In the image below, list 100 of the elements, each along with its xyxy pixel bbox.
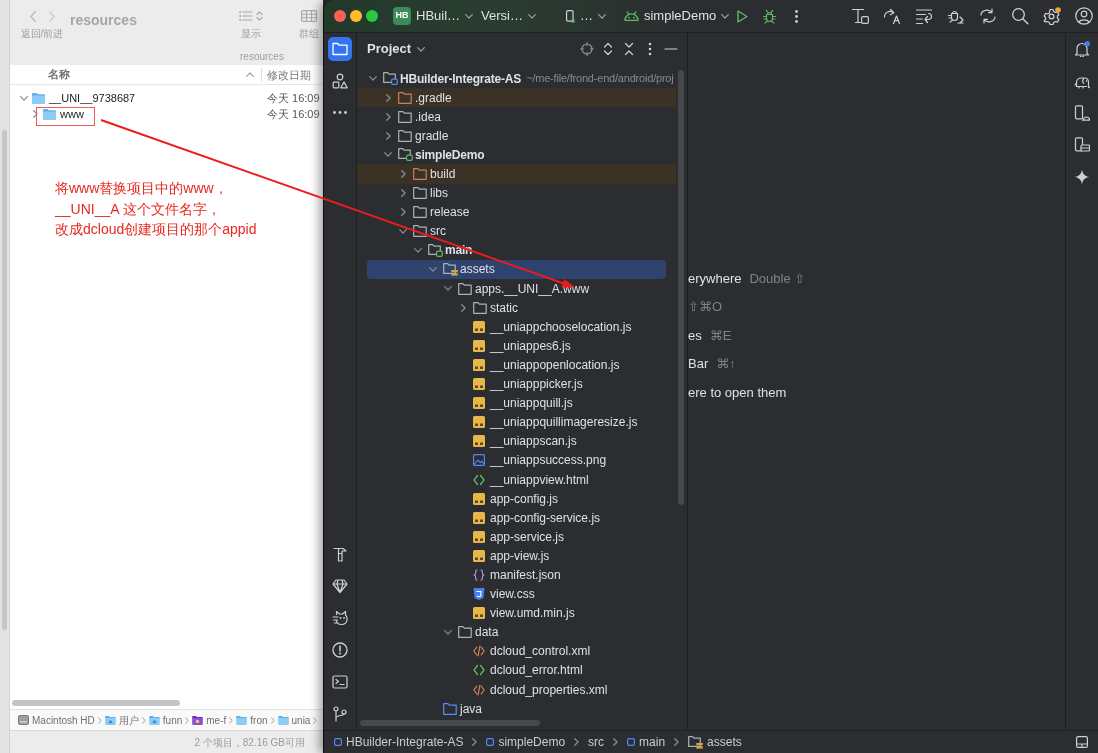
curved-arrow-icon[interactable] — [883, 7, 901, 25]
path-item[interactable]: funn — [148, 712, 183, 728]
chevron-icon[interactable] — [384, 152, 392, 158]
tree-item[interactable]: __uniappview.html — [490, 470, 589, 489]
sparkle-icon[interactable] — [1074, 169, 1090, 185]
vertical-scrollbar[interactable] — [678, 70, 684, 505]
tree-item[interactable]: .gradle — [415, 88, 452, 107]
chevron-icon[interactable] — [385, 112, 391, 121]
run-config-widget[interactable]: simpleDemo — [624, 6, 730, 26]
devices-icon[interactable] — [1074, 137, 1090, 153]
more-icon[interactable] — [795, 9, 799, 23]
branch-icon[interactable] — [332, 706, 348, 722]
tree-item[interactable]: build — [430, 165, 456, 183]
chevron-icon[interactable] — [414, 247, 422, 253]
breadcrumb-item[interactable]: simpleDemo — [486, 733, 566, 751]
bug-icon[interactable] — [762, 8, 778, 24]
zoom-window-icon[interactable] — [366, 10, 378, 22]
settings-icon[interactable] — [1043, 7, 1061, 25]
chevron-icon[interactable] — [32, 110, 38, 118]
tree-item[interactable]: __uniappes6.js — [490, 336, 571, 355]
chevron-icon[interactable] — [400, 170, 406, 178]
tree-item[interactable]: app-config-service.js — [490, 508, 601, 527]
tree-item[interactable]: __uniappsuccess.png — [490, 451, 607, 470]
chevron-icon[interactable] — [460, 303, 466, 312]
bell-icon[interactable] — [1074, 41, 1090, 57]
shapes-icon[interactable] — [332, 72, 348, 89]
chevron-icon[interactable] — [444, 286, 452, 292]
horizontal-scrollbar[interactable] — [360, 720, 540, 727]
chevron-icon[interactable] — [444, 629, 452, 635]
column-header[interactable]: 名称 — [48, 66, 70, 83]
path-item[interactable]: Macintosh HD — [18, 712, 95, 728]
path-item[interactable]: unia — [277, 712, 311, 728]
tree-row[interactable]: build — [357, 164, 676, 184]
tree-item[interactable]: dcloud_error.html — [490, 661, 583, 680]
run-icon[interactable] — [737, 9, 749, 23]
tree-item[interactable]: view.css — [490, 585, 535, 604]
breadcrumb-item[interactable]: HBuilder-Integrate-AS — [334, 733, 464, 751]
chevron-icon[interactable] — [385, 93, 391, 102]
tree-item[interactable]: HBuilder-Integrate-AS — [400, 69, 522, 88]
tree-item[interactable]: simpleDemo — [415, 145, 485, 164]
tree-item[interactable]: view.umd.min.js — [490, 604, 575, 623]
breadcrumb-item[interactable]: main — [627, 733, 666, 751]
project-widget[interactable]: HB HBuil… — [393, 6, 474, 26]
tree-item[interactable]: data — [475, 623, 499, 642]
tree-item[interactable]: libs — [430, 184, 448, 203]
file-name[interactable]: __UNI__9738687 — [49, 89, 136, 107]
project-view-dropdown[interactable]: Project — [367, 39, 426, 59]
tree-item[interactable]: release — [430, 203, 470, 222]
vertical-scrollbar[interactable] — [2, 130, 7, 630]
collapse-icon[interactable] — [622, 42, 636, 56]
tree-item[interactable]: __uniapppicker.js — [490, 375, 583, 394]
cat-icon[interactable] — [332, 610, 348, 626]
minimize-window-icon[interactable] — [350, 10, 362, 22]
tree-item[interactable]: src — [430, 222, 446, 241]
search-icon[interactable] — [1011, 7, 1029, 25]
device-widget[interactable]: … — [566, 6, 606, 26]
terminal-icon[interactable] — [332, 674, 348, 690]
path-item[interactable]: me-f — [192, 712, 227, 728]
tree-item[interactable]: __uniappscan.js — [490, 432, 577, 451]
more-icon[interactable] — [333, 110, 347, 114]
target-icon[interactable] — [580, 42, 594, 56]
horizontal-scrollbar[interactable] — [12, 700, 180, 706]
tree-item[interactable]: java — [460, 699, 482, 718]
path-item[interactable]: 用户 — [104, 712, 139, 728]
tree-row[interactable]: .gradle — [357, 88, 676, 108]
tree-item[interactable]: static — [490, 298, 518, 317]
chevron-icon[interactable] — [399, 228, 407, 234]
chevron-icon[interactable] — [385, 131, 391, 140]
tree-item[interactable]: dcloud_properties.xml — [490, 680, 608, 699]
column-header[interactable]: 修改日期 — [261, 67, 311, 82]
chevron-icon[interactable] — [20, 95, 28, 101]
tree-item[interactable]: assets — [460, 260, 495, 279]
panel-icon[interactable] — [1076, 736, 1088, 748]
tree-item[interactable]: __uniappquillimageresize.js — [490, 413, 638, 432]
breadcrumb-item[interactable]: src — [588, 733, 605, 751]
alert-icon[interactable] — [332, 642, 348, 658]
close-window-icon[interactable] — [334, 10, 346, 22]
chevron-icon[interactable] — [429, 267, 437, 272]
phone-icon[interactable] — [1074, 105, 1090, 121]
hammer-icon[interactable] — [332, 546, 348, 562]
tree-item[interactable]: gradle — [415, 126, 449, 145]
folder-icon[interactable] — [328, 37, 352, 61]
chevron-icon[interactable] — [400, 189, 406, 198]
layout-icon[interactable] — [851, 7, 869, 25]
tree-item[interactable]: .idea — [415, 107, 442, 126]
vcs-widget[interactable]: Versi… — [481, 6, 536, 26]
tree-item[interactable]: app-service.js — [490, 527, 565, 546]
path-item[interactable]: fron — [236, 712, 268, 728]
file-name[interactable]: www — [60, 105, 84, 123]
list-icon[interactable] — [915, 7, 933, 25]
account-icon[interactable] — [1075, 7, 1093, 25]
tree-item[interactable]: __uniappopenlocation.js — [490, 355, 620, 374]
tree-row[interactable]: assets — [367, 259, 666, 280]
tree-item[interactable]: dcloud_control.xml — [490, 642, 591, 661]
tree-item[interactable]: __uniappquill.js — [490, 394, 573, 413]
chevron-icon[interactable] — [400, 208, 406, 217]
chevron-icon[interactable] — [369, 76, 377, 82]
sort-icon[interactable] — [246, 72, 254, 77]
expand-icon[interactable] — [601, 42, 615, 56]
tree-item[interactable]: manifest.json — [490, 566, 561, 584]
